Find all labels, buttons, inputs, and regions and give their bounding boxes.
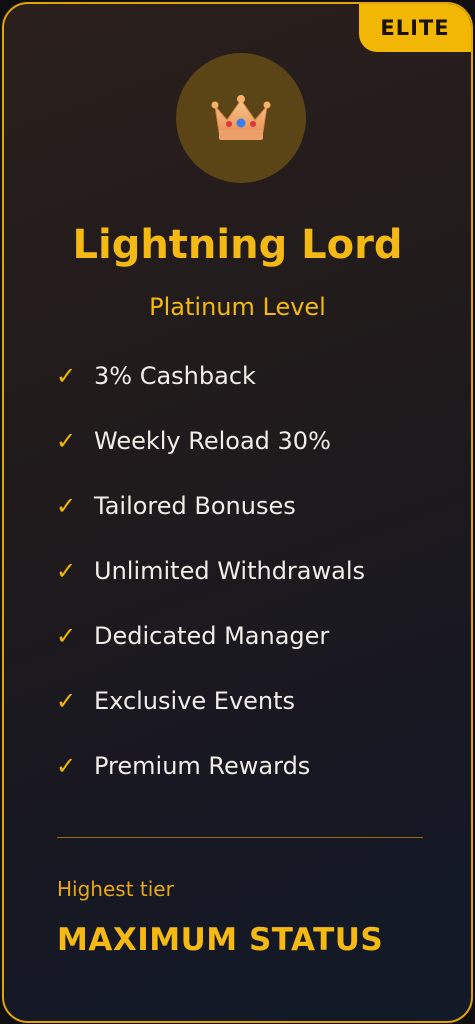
vip-tier-card[interactable]: ELITE Lightning Lord Platinum Level ✓ 3%… <box>2 2 473 1023</box>
crown-badge <box>176 53 306 183</box>
benefit-label: Dedicated Manager <box>94 622 330 650</box>
elite-badge: ELITE <box>359 4 471 52</box>
benefits-list: ✓ 3% Cashback ✓ Weekly Reload 30% ✓ Tail… <box>56 362 365 817</box>
benefit-item: ✓ Exclusive Events <box>56 687 365 752</box>
benefit-label: 3% Cashback <box>94 362 256 390</box>
checkmark-icon: ✓ <box>56 427 77 455</box>
checkmark-icon: ✓ <box>56 752 77 780</box>
benefit-item: ✓ Weekly Reload 30% <box>56 427 365 492</box>
benefit-item: ✓ Premium Rewards <box>56 752 365 817</box>
benefit-item: ✓ Unlimited Withdrawals <box>56 557 365 622</box>
benefit-item: ✓ Dedicated Manager <box>56 622 365 687</box>
checkmark-icon: ✓ <box>56 362 77 390</box>
tier-title: Lightning Lord <box>72 222 403 268</box>
benefit-label: Unlimited Withdrawals <box>94 557 366 585</box>
divider <box>57 837 423 838</box>
benefit-label: Tailored Bonuses <box>94 492 296 520</box>
crown-icon <box>211 95 271 140</box>
tier-caption: Highest tier <box>57 877 174 901</box>
benefit-label: Premium Rewards <box>94 752 311 780</box>
tier-level: Platinum Level <box>149 293 326 321</box>
benefit-item: ✓ 3% Cashback <box>56 362 365 427</box>
benefit-label: Exclusive Events <box>94 687 296 715</box>
benefit-label: Weekly Reload 30% <box>94 427 331 455</box>
benefit-item: ✓ Tailored Bonuses <box>56 492 365 557</box>
checkmark-icon: ✓ <box>56 622 77 650</box>
checkmark-icon: ✓ <box>56 492 77 520</box>
checkmark-icon: ✓ <box>56 557 77 585</box>
checkmark-icon: ✓ <box>56 687 77 715</box>
tier-status: MAXIMUM STATUS <box>57 922 384 958</box>
